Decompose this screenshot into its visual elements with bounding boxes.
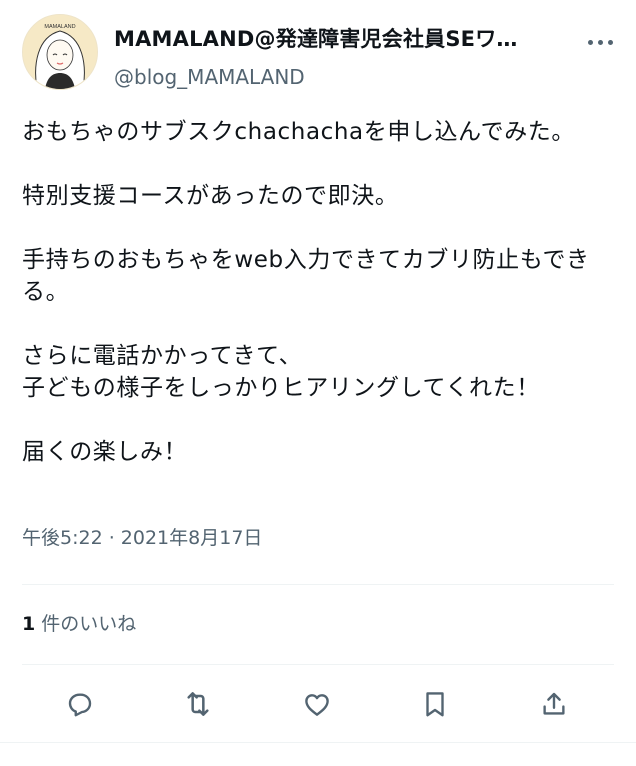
avatar[interactable]: MAMALAND — [22, 14, 98, 90]
divider — [22, 664, 614, 665]
tweet-actions-bar — [22, 680, 614, 728]
author-display-name[interactable]: MAMALAND@発達障害児会社員SEワ… — [114, 26, 554, 52]
reply-button[interactable] — [56, 680, 104, 728]
likes-count-link[interactable]: 1 件のいいね — [22, 610, 136, 638]
like-button[interactable] — [293, 680, 341, 728]
like-icon — [305, 694, 329, 716]
share-icon — [543, 692, 565, 715]
divider — [22, 584, 614, 585]
retweet-icon — [187, 692, 209, 716]
reply-icon — [68, 693, 92, 717]
bottom-divider — [0, 742, 636, 743]
dot-icon — [607, 39, 613, 45]
likes-count: 1 — [22, 613, 36, 635]
tweet-timestamp[interactable]: 午後5:22 · 2021年8月17日 — [22, 524, 262, 552]
dot-icon — [597, 39, 603, 45]
bookmark-button[interactable] — [411, 680, 459, 728]
author-handle[interactable]: @blog_MAMALAND — [114, 64, 305, 90]
more-options-button[interactable] — [582, 30, 618, 54]
avatar-logo-text: MAMALAND — [44, 24, 75, 30]
avatar-illustration: MAMALAND — [23, 15, 97, 89]
share-button[interactable] — [530, 680, 578, 728]
tweet-text: おもちゃのサブスクchachachaを申し込んでみた。 特別支援コースがあったの… — [22, 119, 590, 465]
bookmark-icon — [426, 692, 444, 717]
likes-label: 件のいいね — [41, 613, 137, 635]
tweet-header: MAMALAND MAMALAND@発達障害児会社員SEワ… @blog_MAM… — [22, 12, 622, 92]
retweet-button[interactable] — [174, 680, 222, 728]
dot-icon — [587, 39, 593, 45]
